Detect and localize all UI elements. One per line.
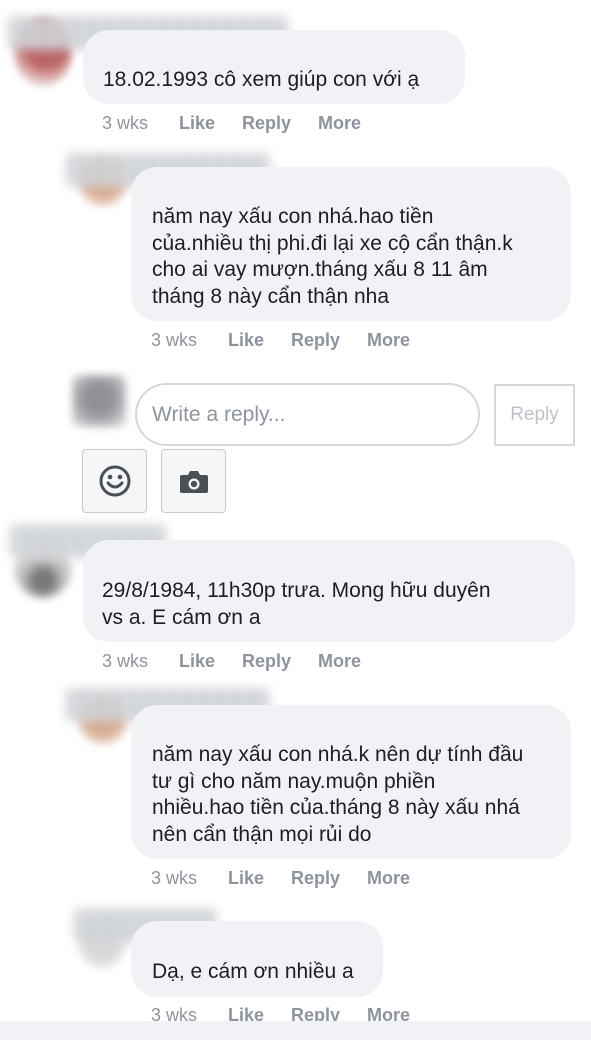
comment-bubble: năm nay xấu con nhá.hao tiền của.nhiều t… [131,167,571,321]
comment-bubble: năm nay xấu con nhá.k nên dự tính đầu tư… [131,705,571,859]
reply-button[interactable]: Reply [291,868,340,889]
comment-text: năm nay xấu con nhá.hao tiền của.nhiều t… [152,205,513,308]
camera-icon [180,471,208,493]
comment-bubble: Dạ, e cám ơn nhiều a [131,921,383,997]
reply-input-box[interactable] [135,383,480,446]
more-button[interactable]: More [367,868,410,889]
timestamp[interactable]: 3 wks [151,330,197,351]
like-button[interactable]: Like [179,113,215,134]
comment-text: 29/8/1984, 11h30p trưa. Mong hữu duyên v… [102,579,491,629]
like-button[interactable]: Like [228,868,264,889]
timestamp[interactable]: 3 wks [102,113,148,134]
reply-button[interactable]: Reply [242,113,291,134]
more-button[interactable]: More [318,113,361,134]
more-button[interactable]: More [367,330,410,351]
reply-submit-button[interactable]: Reply [494,384,575,446]
user-avatar [72,375,126,427]
photo-button[interactable] [161,449,226,513]
timestamp[interactable]: 3 wks [102,651,148,672]
like-button[interactable]: Like [179,651,215,672]
comment-bubble: 29/8/1984, 11h30p trưa. Mong hữu duyên v… [83,540,575,642]
smiley-icon [99,465,131,497]
bottom-bar [0,1021,591,1040]
like-button[interactable]: Like [228,330,264,351]
emoji-button[interactable] [82,449,147,513]
reply-button[interactable]: Reply [242,651,291,672]
comment-text: 18.02.1993 cô xem giúp con với ạ [103,68,420,91]
more-button[interactable]: More [318,651,361,672]
comment-text: năm nay xấu con nhá.k nên dự tính đầu tư… [152,743,524,846]
reply-input[interactable] [150,402,454,428]
comment-bubble: 18.02.1993 cô xem giúp con với ạ [83,30,465,104]
timestamp[interactable]: 3 wks [151,868,197,889]
reply-button[interactable]: Reply [291,330,340,351]
comment-text: Dạ, e cám ơn nhiều a [152,960,354,983]
